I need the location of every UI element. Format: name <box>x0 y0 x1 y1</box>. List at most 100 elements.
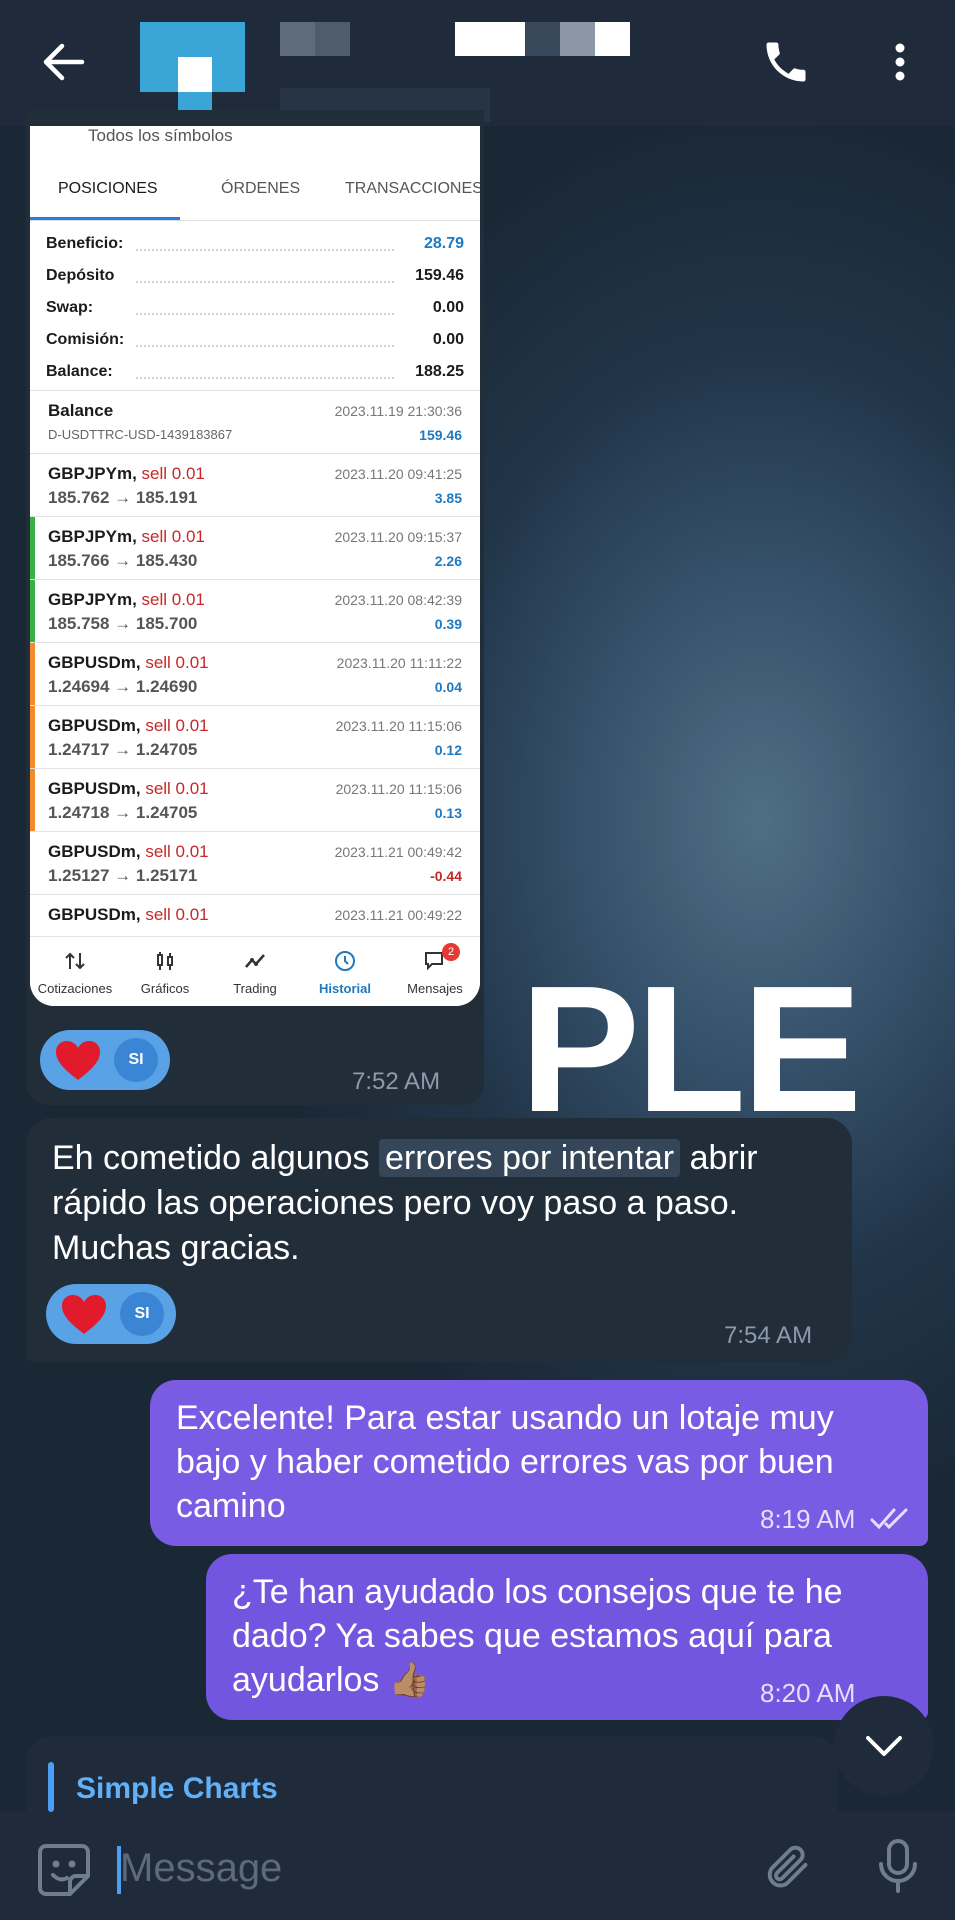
trade-profit: 0.04 <box>434 679 462 695</box>
trade-symbol: GBPJPYm, sell 0.01 <box>48 590 205 609</box>
trade-profit: 0.13 <box>434 805 462 821</box>
summary-row: Swap: 0.00 <box>46 293 464 325</box>
trade-side: sell 0.01 <box>141 527 205 546</box>
symbols-filter: Todos los símbolos <box>88 126 233 145</box>
message-text: Eh cometido algunos <box>52 1139 379 1177</box>
outgoing-message[interactable]: Excelente! Para estar usando un lotaje m… <box>150 1380 928 1546</box>
contact-name-redacted[interactable] <box>280 22 630 56</box>
trade-row: GBPUSDm, sell 0.01 1.24694 → 1.24690 2023.… <box>30 642 480 706</box>
trade-symbol: GBPUSDm, sell 0.01 <box>48 905 209 924</box>
trade-side: sell 0.01 <box>145 653 209 672</box>
trade-time: 2023.11.20 11:15:06 <box>335 781 462 797</box>
message-input[interactable] <box>120 1836 640 1900</box>
trade-group-indicator <box>30 454 35 517</box>
trade-symbol: GBPJPYm, sell 0.01 <box>48 527 205 546</box>
background-watermark: PLE <box>520 949 862 1150</box>
trade-side: sell 0.01 <box>145 779 209 798</box>
summary-row: Depósito 159.46 <box>46 261 464 293</box>
message-line: dado? Ya sabes que estamos aquí para <box>232 1617 832 1655</box>
trade-time: 2023.11.21 00:49:22 <box>334 907 462 923</box>
reaction-chip[interactable]: SI <box>46 1284 176 1344</box>
trade-time: 2023.11.20 08:42:39 <box>334 592 462 608</box>
trade-time: 2023.11.21 00:49:42 <box>334 844 462 860</box>
unread-badge: 2 <box>442 943 460 961</box>
trade-symbol: GBPUSDm, sell 0.01 <box>48 842 209 861</box>
tab-positions: POSICIONES <box>58 180 158 197</box>
summary-label: Balance: <box>46 363 113 380</box>
trade-group-indicator <box>30 643 35 706</box>
summary-value: 0.00 <box>432 331 464 348</box>
back-button[interactable] <box>38 36 90 88</box>
voice-record-button[interactable] <box>876 1838 920 1899</box>
message-line: bajo y haber cometido errores vas por bu… <box>176 1443 834 1481</box>
heart-icon <box>56 1041 100 1080</box>
balance-row: Balance D-USDTTRC-USD-1439183867 2023.11… <box>30 390 480 453</box>
bottom-navigation: Cotizaciones Gráficos Trading Historial … <box>30 936 480 1006</box>
nav-label: Mensajes <box>407 981 463 996</box>
reactor-avatar: SI <box>114 1038 158 1082</box>
trade-symbol: GBPUSDm, sell 0.01 <box>48 716 209 735</box>
arrow-left-icon <box>43 43 85 81</box>
heart-icon <box>62 1295 106 1334</box>
trading-icon <box>245 954 265 968</box>
tab-transactions: TRANSACCIONES <box>345 180 480 197</box>
trade-profit: 2.26 <box>434 553 462 569</box>
history-tabs: POSICIONES ÓRDENES TRANSACCIONES <box>30 164 480 220</box>
highlighted-text: errores por intentar <box>378 1139 681 1177</box>
trade-group-indicator <box>30 769 35 832</box>
trade-time: 2023.11.20 09:15:37 <box>334 529 462 545</box>
trade-prices: 1.24694 → 1.24690 <box>48 677 198 696</box>
trade-prices: 185.766 → 185.430 <box>48 551 198 570</box>
reaction-chip[interactable]: SI <box>40 1030 170 1090</box>
outgoing-message[interactable]: ¿Te han ayudado los consejos que te he d… <box>206 1554 928 1720</box>
summary-label: Beneficio: <box>46 235 124 252</box>
trade-prices: 1.25127 → 1.25171 <box>48 866 198 885</box>
trade-side: sell 0.01 <box>141 590 205 609</box>
message-time: 7:52 AM <box>352 1068 441 1095</box>
trade-profit: 0.12 <box>434 742 462 758</box>
attach-button[interactable] <box>760 1840 812 1897</box>
message-line: ¿Te han ayudado los consejos que te he <box>232 1573 843 1611</box>
message-text: abrir <box>680 1139 758 1177</box>
trade-prices: 1.24717 → 1.24705 <box>48 740 198 759</box>
trade-symbol: GBPJPYm, sell 0.01 <box>48 464 205 483</box>
paperclip-icon <box>767 1845 808 1888</box>
nav-label: Gráficos <box>140 981 190 996</box>
reply-accent-bar <box>48 1762 54 1812</box>
trading-history-screenshot[interactable]: Todos los símbolos POSICIONES ÓRDENES TR… <box>30 126 480 1006</box>
trade-side: sell 0.01 <box>141 464 205 483</box>
reply-title: Simple Charts <box>76 1772 278 1805</box>
message-time: 8:20 AM <box>760 1678 856 1708</box>
trade-group-indicator <box>30 706 35 769</box>
charts-icon <box>157 952 173 970</box>
trade-side: sell 0.01 <box>145 905 209 924</box>
call-button[interactable] <box>760 36 812 88</box>
nav-label: Historial <box>318 981 371 996</box>
trade-row: GBPUSDm, sell 0.01 1.24718 → 1.24705 2023.… <box>30 768 480 832</box>
trade-time: 2023.11.20 09:41:25 <box>334 466 462 482</box>
trade-profit: -0.44 <box>430 868 462 884</box>
trade-profit: 3.85 <box>434 490 462 506</box>
more-vertical-icon <box>895 43 905 81</box>
trade-row: GBPJPYm, sell 0.01 185.762 → 185.191 2023.… <box>30 453 480 516</box>
message-line: Eh cometido algunos errores por intentar… <box>52 1136 758 1181</box>
account-summary: Beneficio: 28.79 Depósito 159.46 Swap: 0… <box>30 220 480 390</box>
nav-charts: Gráficos <box>120 937 210 1006</box>
emoji-button[interactable] <box>36 1842 92 1903</box>
trade-row: GBPUSDm, sell 0.01 1.24717 → 1.24705 2023.… <box>30 705 480 769</box>
more-options-button[interactable] <box>880 36 920 88</box>
summary-label: Swap: <box>46 299 94 316</box>
chevron-down-icon <box>866 1736 902 1756</box>
sticker-icon <box>38 1844 90 1896</box>
summary-label: Comisión: <box>46 331 125 348</box>
nav-messages: 2 Mensajes <box>390 937 480 1006</box>
nav-quotes: Cotizaciones <box>30 937 120 1006</box>
trade-group-indicator <box>30 517 35 580</box>
incoming-message[interactable]: Eh cometido algunos errores por intentar… <box>26 1118 852 1362</box>
balance-title: Balance <box>48 401 114 420</box>
trade-prices: 185.758 → 185.700 <box>48 614 198 633</box>
message-line: rápido las operaciones pero voy paso a p… <box>52 1184 739 1222</box>
trade-group-indicator <box>30 580 35 643</box>
summary-row: Beneficio: 28.79 <box>46 229 464 261</box>
scroll-down-button[interactable] <box>834 1696 934 1796</box>
